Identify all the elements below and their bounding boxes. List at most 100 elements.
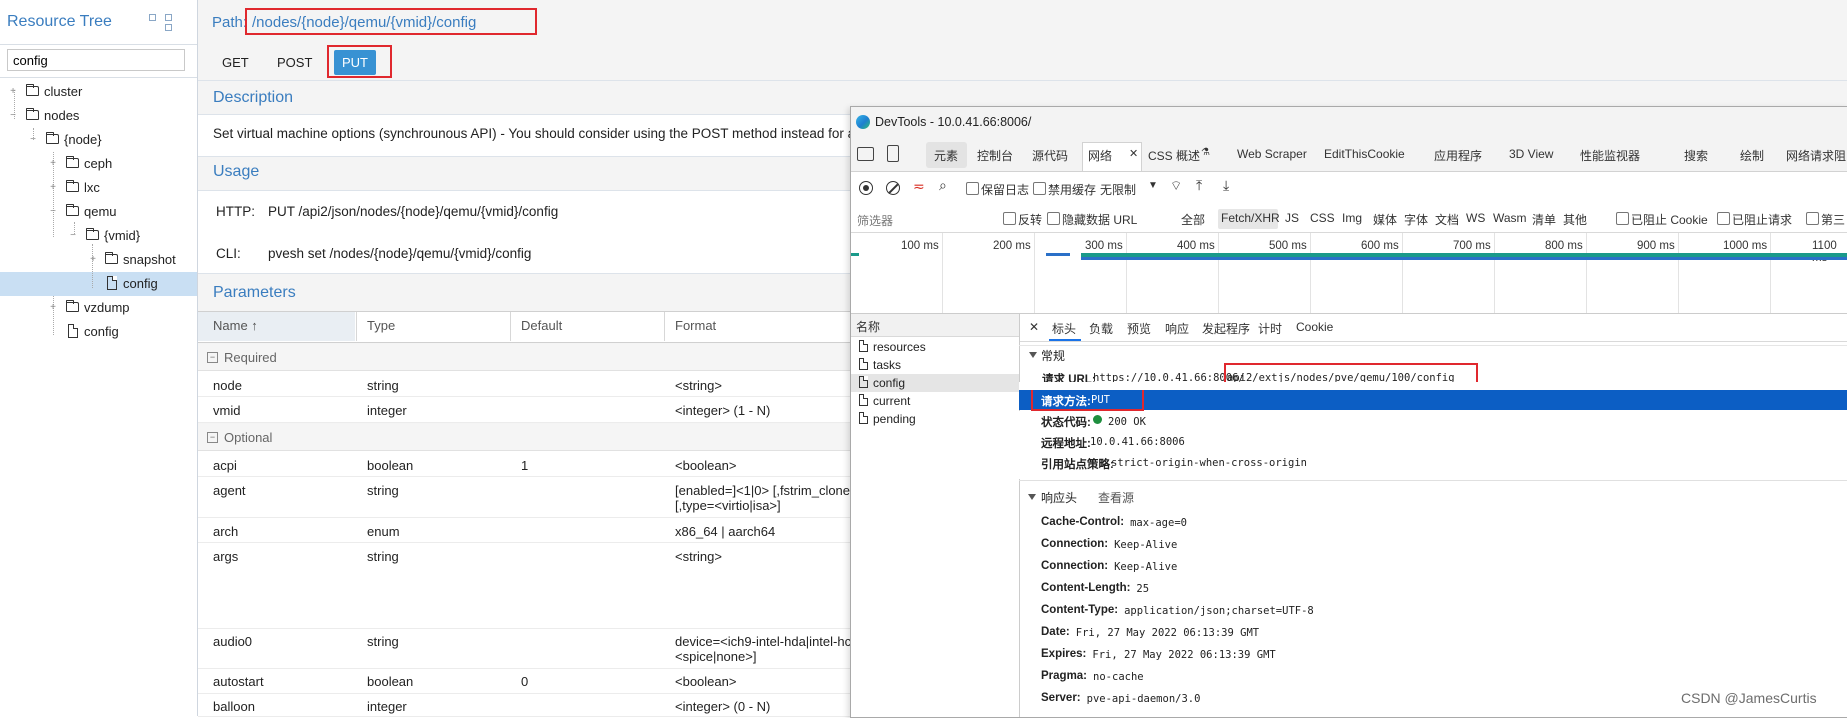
close-detail-icon[interactable]: ✕ (1029, 320, 1039, 334)
disable-cache-checkbox[interactable] (1033, 182, 1046, 195)
collapse-icon[interactable]: − (207, 432, 218, 443)
chevron-down-icon[interactable]: ▼ (1148, 180, 1158, 191)
filter-all[interactable]: 全部 (1181, 211, 1205, 228)
tab-application[interactable]: 应用程序 (1434, 147, 1482, 164)
tab-editthiscookie[interactable]: EditThisCookie (1324, 147, 1405, 161)
filter-css[interactable]: CSS (1310, 211, 1335, 225)
expand-icon[interactable]: + (49, 183, 57, 193)
invert-label: 反转 (1018, 213, 1043, 227)
filter-other[interactable]: 其他 (1563, 211, 1587, 228)
param-format: <integer> (1 - N) (675, 403, 771, 418)
tab-initiator[interactable]: 发起程序 (1202, 320, 1250, 337)
wifi-settings-icon[interactable]: ⌔ (1170, 178, 1182, 194)
request-item[interactable]: pending (851, 410, 1019, 428)
response-header-value: Keep-Alive (1114, 539, 1178, 551)
tab-css-overview[interactable]: CSS 概述 (1148, 147, 1200, 164)
response-header-key: Date: (1041, 626, 1070, 638)
response-headers-title[interactable]: 响应头 (1041, 489, 1077, 506)
request-item-selected[interactable]: config (851, 374, 1019, 392)
filter-doc[interactable]: 文档 (1435, 211, 1459, 228)
tab-rendering[interactable]: 绘制 (1740, 147, 1764, 164)
device-toolbar-icon[interactable] (887, 145, 899, 162)
param-format: <integer> (0 - N) (675, 699, 771, 714)
collapse-icon[interactable]: − (49, 207, 57, 217)
filter-font[interactable]: 字体 (1404, 211, 1428, 228)
filter-ws[interactable]: WS (1466, 211, 1485, 225)
param-format: [,type=<virtio|isa>] (675, 498, 781, 513)
expand-icon[interactable]: + (9, 87, 17, 97)
name-column-header[interactable]: 名称 (856, 318, 880, 335)
tab-cookie[interactable]: Cookie (1296, 320, 1333, 334)
collapse-icon[interactable]: − (9, 111, 17, 121)
download-icon[interactable]: ⤓ (1223, 177, 1229, 194)
expand-arrow-icon[interactable] (1029, 352, 1037, 358)
filter-input[interactable]: 筛选器 (857, 212, 893, 229)
collapse-icon[interactable]: − (69, 231, 77, 241)
tab-3d-view[interactable]: 3D View (1509, 147, 1553, 161)
column-type[interactable]: Type (367, 318, 395, 333)
tab-web-scraper[interactable]: Web Scraper (1237, 147, 1307, 161)
tab-payload[interactable]: 负载 (1089, 320, 1113, 337)
request-item[interactable]: resources (851, 338, 1019, 356)
expand-icon[interactable]: + (49, 303, 57, 313)
expand-arrow-icon[interactable] (1028, 494, 1036, 500)
throttle-select[interactable]: 无限制 (1100, 181, 1136, 198)
tab-get[interactable]: GET (214, 50, 257, 75)
filter-media[interactable]: 媒体 (1373, 211, 1397, 228)
filter-fetch-xhr[interactable]: Fetch/XHR (1221, 211, 1280, 225)
blocked-cookies-checkbox[interactable] (1616, 212, 1629, 225)
column-default[interactable]: Default (521, 318, 562, 333)
response-header-value: no-cache (1093, 671, 1144, 683)
expand-icon[interactable]: + (89, 255, 97, 265)
hide-data-urls-checkbox[interactable] (1047, 212, 1060, 225)
close-icon[interactable]: ✕ (1129, 147, 1138, 160)
tab-timing[interactable]: 计时 (1258, 320, 1282, 337)
filter-manifest[interactable]: 清单 (1532, 211, 1556, 228)
tab-network[interactable]: 网络 (1088, 147, 1112, 164)
filter-wasm[interactable]: Wasm (1493, 211, 1527, 225)
collapse-icon[interactable]: − (207, 352, 218, 363)
filter-js[interactable]: JS (1285, 211, 1299, 225)
preserve-log-checkbox[interactable] (966, 182, 979, 195)
column-format[interactable]: Format (675, 318, 716, 333)
view-source-link[interactable]: 查看源 (1098, 489, 1134, 506)
tree-search-input[interactable] (7, 49, 185, 71)
tab-sources[interactable]: 源代码 (1032, 147, 1068, 164)
remote-address-value: 10.0.41.66:8006 (1090, 436, 1185, 448)
description-text: Set virtual machine options (synchrounou… (213, 126, 870, 141)
tab-network-request-blocking[interactable]: 网络请求阻 (1786, 147, 1846, 164)
blocked-requests-checkbox[interactable] (1717, 212, 1730, 225)
folder-open-icon (66, 204, 79, 216)
invert-checkbox[interactable] (1003, 212, 1016, 225)
tab-console[interactable]: 控制台 (977, 147, 1013, 164)
tab-post[interactable]: POST (269, 50, 320, 75)
request-item[interactable]: current (851, 392, 1019, 410)
inspect-icon[interactable] (857, 147, 874, 161)
collapse-icon[interactable]: − (29, 135, 37, 145)
flask-icon: ⚗ (1201, 147, 1210, 158)
third-party-checkbox[interactable] (1806, 212, 1819, 225)
expand-collapse-icon[interactable] (149, 14, 185, 31)
filter-img[interactable]: Img (1342, 211, 1362, 225)
param-default: 1 (521, 458, 529, 473)
tab-elements[interactable]: 元素 (934, 147, 958, 164)
clear-icon[interactable] (886, 181, 900, 195)
tab-search[interactable]: 搜索 (1684, 147, 1708, 164)
expand-icon[interactable]: + (49, 159, 57, 169)
tab-headers[interactable]: 标头 (1052, 320, 1076, 337)
folder-open-icon (46, 132, 59, 144)
record-icon[interactable] (859, 181, 873, 195)
upload-icon[interactable]: ⤒ (1196, 177, 1202, 194)
tab-response[interactable]: 响应 (1165, 320, 1189, 337)
param-name: vmid (213, 403, 241, 418)
general-section-title[interactable]: 常规 (1041, 347, 1065, 364)
column-name[interactable]: Name ↑ (213, 318, 258, 333)
request-item[interactable]: tasks (851, 356, 1019, 374)
search-icon[interactable]: ⌕ (939, 177, 947, 194)
param-format: <boolean> (675, 674, 737, 689)
response-header-value: Fri, 27 May 2022 06:13:39 GMT (1092, 649, 1276, 661)
response-header-value: max-age=0 (1130, 517, 1187, 529)
tab-preview[interactable]: 预览 (1127, 320, 1151, 337)
tab-performance-monitor[interactable]: 性能监视器 (1580, 147, 1640, 164)
filter-icon[interactable]: ≂ (913, 178, 925, 195)
